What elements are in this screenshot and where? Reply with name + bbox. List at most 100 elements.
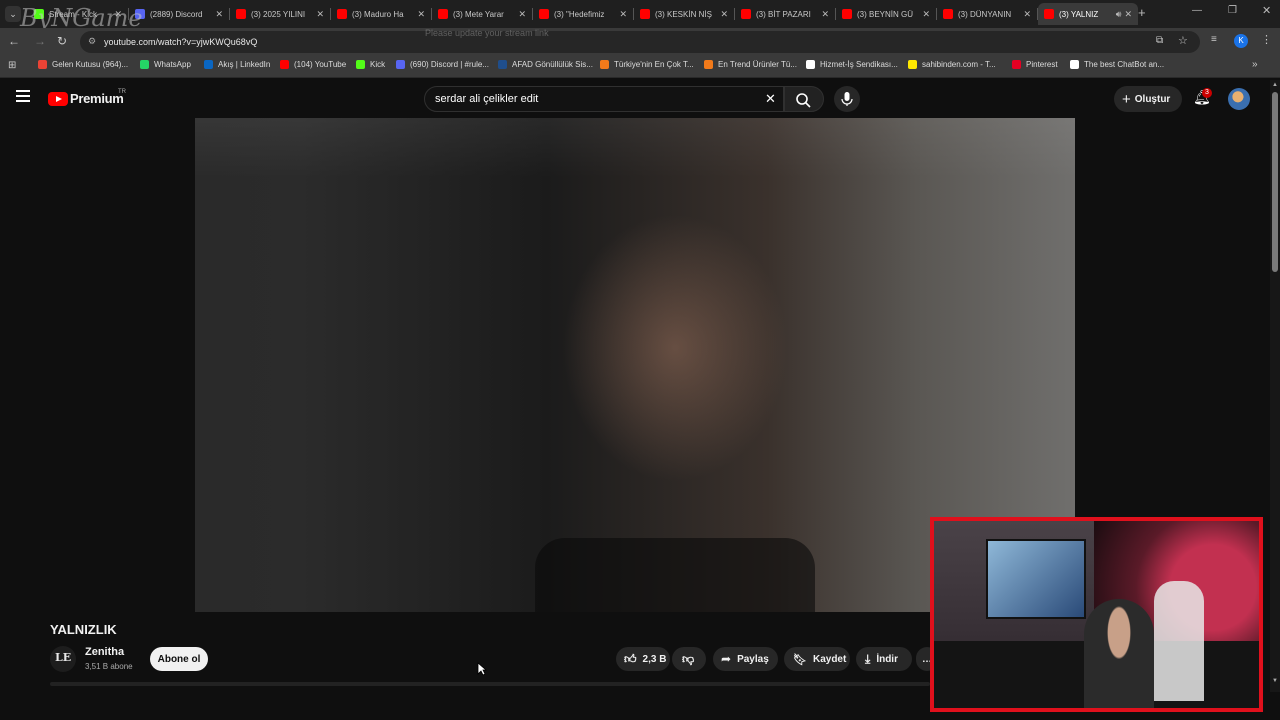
new-tab-icon[interactable]: + (1138, 5, 1146, 20)
browser-tab[interactable]: (3) KESKİN NİŞ ✕ (634, 3, 734, 25)
scroll-up-icon[interactable]: ▲ (1272, 82, 1278, 88)
tab-separator (431, 8, 432, 20)
tab-search-icon[interactable]: ⌄ (5, 6, 21, 22)
apps-grid-icon[interactable]: ⊞ (8, 60, 16, 71)
browser-tab[interactable]: (3) DÜNYANIN ✕ (937, 3, 1037, 25)
tab-separator (734, 8, 735, 20)
share-button[interactable]: ➦ Paylaş (713, 647, 778, 671)
bookmark-star-icon[interactable]: ☆ (1178, 34, 1188, 47)
tab-favicon-icon (438, 9, 448, 19)
channel-name[interactable]: Zenitha (85, 646, 124, 658)
profile-avatar[interactable]: K (1234, 34, 1248, 48)
account-avatar[interactable] (1228, 88, 1250, 110)
webcam-chair (1154, 581, 1204, 701)
thumbs-down-icon: 👎︎ (682, 651, 695, 666)
bookmark-item[interactable]: The best ChatBot an... (1070, 60, 1164, 69)
bookmark-favicon-icon (204, 60, 213, 69)
tab-favicon-icon (539, 9, 549, 19)
bookmark-label: Türkiye'nin En Çok T... (614, 60, 694, 69)
tab-close-icon[interactable]: ✕ (1124, 9, 1132, 20)
webcam-overlay (930, 517, 1263, 712)
subscribe-button[interactable]: Abone ol (150, 647, 208, 671)
tab-close-icon[interactable]: ✕ (417, 9, 425, 20)
browser-tab[interactable]: (3) 2025 YILINI ✕ (230, 3, 330, 25)
browser-tab[interactable]: (3) BİT PAZARI ✕ (735, 3, 835, 25)
browser-tab[interactable]: (3) Mete Yarar ✕ (432, 3, 532, 25)
youtube-logo-icon[interactable] (48, 92, 68, 106)
bookmark-item[interactable]: Kick (356, 60, 385, 69)
back-icon[interactable]: ← (8, 34, 20, 48)
tab-separator (936, 8, 937, 20)
site-info-icon[interactable]: ⚙ (88, 36, 96, 47)
plus-icon: + (1122, 90, 1131, 108)
search-icon (796, 93, 811, 108)
scrollbar-thumb[interactable] (1272, 92, 1278, 272)
close-window-icon[interactable]: ✕ (1262, 4, 1271, 17)
bookmark-favicon-icon (1012, 60, 1021, 69)
browser-menu-icon[interactable]: ⋮ (1261, 33, 1272, 46)
address-bar[interactable]: ⚙ youtube.com/watch?v=yjwKWQu68vQ (80, 31, 1200, 53)
browser-tab[interactable]: (3) BEYNİN GÜ ✕ (836, 3, 936, 25)
browser-tab[interactable]: (3) "Hedefimiz ✕ (533, 3, 633, 25)
webcam-monitor (986, 539, 1086, 619)
tab-close-icon[interactable]: ✕ (821, 9, 829, 20)
bookmark-item[interactable]: AFAD Gönüllülük Sis... (498, 60, 593, 69)
more-bookmarks-icon[interactable]: » (1252, 59, 1258, 70)
media-controls-icon[interactable]: ≡ (1211, 34, 1217, 45)
bookmark-favicon-icon (280, 60, 289, 69)
search-button[interactable] (784, 86, 824, 112)
install-app-icon[interactable]: ⧉ (1156, 35, 1163, 46)
tab-close-icon[interactable]: ✕ (518, 9, 526, 20)
download-button[interactable]: ⤓ İndir (856, 647, 912, 671)
bookmark-favicon-icon (704, 60, 713, 69)
bookmark-item[interactable]: Pinterest (1012, 60, 1058, 69)
browser-tab[interactable]: (3) YALNIZ 🔊︎ ✕ (1038, 3, 1138, 25)
bookmark-item[interactable]: En Trend Ürünler Tü... (704, 60, 797, 69)
bookmark-label: AFAD Gönüllülük Sis... (512, 60, 593, 69)
restore-icon[interactable]: ❐ (1228, 5, 1237, 16)
search-input[interactable]: serdar ali çelikler edit ✕ (424, 86, 784, 112)
save-label: Kaydet (812, 653, 847, 665)
video-title: YALNIZLIK (50, 622, 117, 637)
minimize-icon[interactable]: — (1192, 5, 1202, 16)
bookmark-item[interactable]: (104) YouTube (280, 60, 346, 69)
tab-close-icon[interactable]: ✕ (316, 9, 324, 20)
browser-tab[interactable]: (2889) Discord ✕ (129, 3, 229, 25)
browser-tab[interactable]: (3) Maduro Ha ✕ (331, 3, 431, 25)
bookmark-item[interactable]: Türkiye'nin En Çok T... (600, 60, 694, 69)
save-button[interactable]: 🔖︎ Kaydet (784, 647, 850, 671)
tab-title: (3) "Hedefimiz (554, 9, 605, 19)
tab-favicon-icon (236, 9, 246, 19)
bookmark-item[interactable]: WhatsApp (140, 60, 191, 69)
forward-icon[interactable]: → (34, 34, 46, 48)
tab-audio-icon[interactable]: 🔊︎ (1116, 9, 1122, 20)
like-button[interactable]: 👍︎ 2,3 B (616, 647, 670, 671)
bookmark-label: sahibinden.com - T... (922, 60, 996, 69)
bookmark-label: Hizmet-İş Sendikası... (820, 60, 898, 69)
youtube-premium-label[interactable]: Premium (70, 91, 124, 106)
hamburger-menu-icon[interactable] (16, 90, 30, 102)
create-button[interactable]: + Oluştur (1114, 86, 1182, 112)
clear-search-icon[interactable]: ✕ (765, 91, 776, 107)
tab-separator (330, 8, 331, 20)
create-label: Oluştur (1134, 93, 1171, 105)
page-scrollbar[interactable]: ▲ ▼ (1270, 80, 1280, 692)
tab-separator (633, 8, 634, 20)
tab-close-icon[interactable]: ✕ (922, 9, 930, 20)
tab-close-icon[interactable]: ✕ (215, 9, 223, 20)
bookmark-item[interactable]: sahibinden.com - T... (908, 60, 996, 69)
tab-close-icon[interactable]: ✕ (720, 9, 728, 20)
bookmark-item[interactable]: Gelen Kutusu (964)... (38, 60, 128, 69)
channel-avatar[interactable]: LE (50, 646, 76, 672)
bookmark-item[interactable]: Hizmet-İş Sendikası... (806, 60, 898, 69)
bookmark-favicon-icon (600, 60, 609, 69)
bookmark-item[interactable]: (690) Discord | #rule... (396, 60, 489, 69)
tab-close-icon[interactable]: ✕ (619, 9, 627, 20)
scroll-down-icon[interactable]: ▼ (1272, 678, 1278, 684)
bookmark-favicon-icon (1070, 60, 1079, 69)
reload-icon[interactable]: ↻ (57, 34, 67, 48)
tab-close-icon[interactable]: ✕ (1023, 9, 1031, 20)
voice-search-button[interactable] (834, 86, 860, 112)
dislike-button[interactable]: 👎︎ (672, 647, 706, 671)
bookmark-item[interactable]: Akış | LinkedIn (204, 60, 270, 69)
